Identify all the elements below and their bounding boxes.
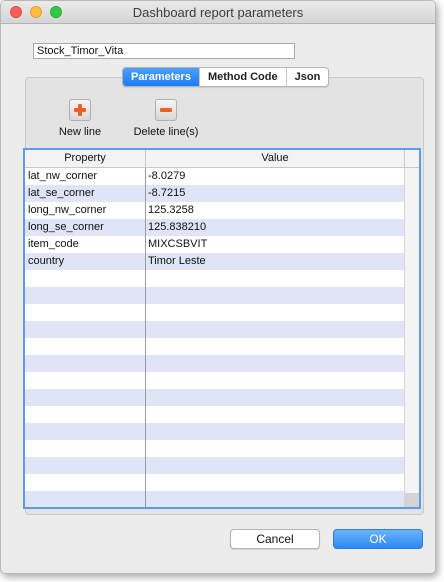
property-cell[interactable] [25, 372, 146, 389]
minus-icon [155, 99, 177, 121]
table-row[interactable]: long_se_corner 125.838210 [25, 219, 405, 236]
table-row[interactable]: lat_se_corner -8.7215 [25, 185, 405, 202]
value-cell[interactable] [146, 372, 405, 389]
tab-json[interactable]: Json [285, 68, 329, 86]
value-cell[interactable] [146, 355, 405, 372]
delete-line-label: Delete line(s) [133, 126, 199, 138]
property-cell[interactable] [25, 389, 146, 406]
value-cell[interactable] [146, 338, 405, 355]
property-cell[interactable]: long_nw_corner [25, 202, 146, 219]
parameters-table[interactable]: Property Value lat_nw_corner -8.0279 lat_s… [23, 148, 421, 509]
table-row[interactable]: country Timor Leste [25, 253, 405, 270]
column-header-property[interactable]: Property [25, 150, 146, 167]
table-row[interactable] [25, 474, 405, 491]
ok-button[interactable]: OK [333, 529, 423, 549]
property-cell[interactable] [25, 491, 146, 507]
table-row[interactable] [25, 355, 405, 372]
table-row[interactable]: item_code MIXCSBVIT [25, 236, 405, 253]
value-cell[interactable] [146, 423, 405, 440]
table-body: lat_nw_corner -8.0279 lat_se_corner -8.7215… [25, 168, 405, 507]
table-row[interactable]: lat_nw_corner -8.0279 [25, 168, 405, 185]
value-cell[interactable] [146, 270, 405, 287]
tab-method-code[interactable]: Method Code [198, 68, 286, 86]
property-cell[interactable]: long_se_corner [25, 219, 146, 236]
value-cell[interactable] [146, 304, 405, 321]
tab-bar: Parameters Method Code Json [122, 67, 330, 87]
table-row[interactable]: long_nw_corner 125.3258 [25, 202, 405, 219]
window-title: Dashboard report parameters [132, 5, 304, 20]
table-row[interactable] [25, 457, 405, 474]
new-line-label: New line [58, 126, 102, 138]
table-row[interactable] [25, 389, 405, 406]
value-cell[interactable] [146, 389, 405, 406]
table-row[interactable] [25, 287, 405, 304]
property-cell[interactable] [25, 321, 146, 338]
value-cell[interactable] [146, 440, 405, 457]
value-cell[interactable]: 125.3258 [146, 202, 405, 219]
property-cell[interactable] [25, 270, 146, 287]
vertical-scrollbar[interactable] [404, 168, 419, 507]
value-cell[interactable]: -8.0279 [146, 168, 405, 185]
table-row[interactable] [25, 321, 405, 338]
property-cell[interactable]: lat_se_corner [25, 185, 146, 202]
value-cell[interactable] [146, 406, 405, 423]
property-cell[interactable] [25, 338, 146, 355]
tab-parameters[interactable]: Parameters [123, 68, 199, 86]
new-line-button[interactable]: New line [51, 99, 109, 138]
property-cell[interactable]: lat_nw_corner [25, 168, 146, 185]
property-cell[interactable]: item_code [25, 236, 146, 253]
property-cell[interactable] [25, 355, 146, 372]
value-cell[interactable]: MIXCSBVIT [146, 236, 405, 253]
scroll-corner [405, 493, 419, 507]
property-cell[interactable] [25, 423, 146, 440]
cancel-button[interactable]: Cancel [230, 529, 320, 549]
property-cell[interactable]: country [25, 253, 146, 270]
value-cell[interactable] [146, 491, 405, 507]
value-cell[interactable] [146, 287, 405, 304]
value-cell[interactable]: 125.838210 [146, 219, 405, 236]
table-row[interactable] [25, 491, 405, 507]
delete-line-button[interactable]: Delete line(s) [127, 99, 205, 138]
value-cell[interactable]: -8.7215 [146, 185, 405, 202]
property-cell[interactable] [25, 474, 146, 491]
table-row[interactable] [25, 270, 405, 287]
property-cell[interactable] [25, 406, 146, 423]
property-cell[interactable] [25, 287, 146, 304]
table-row[interactable] [25, 406, 405, 423]
report-name-field[interactable] [33, 43, 295, 59]
table-row[interactable] [25, 440, 405, 457]
value-cell[interactable]: Timor Leste [146, 253, 405, 270]
table-row[interactable] [25, 338, 405, 355]
property-cell[interactable] [25, 457, 146, 474]
value-cell[interactable] [146, 321, 405, 338]
header-corner [405, 150, 419, 167]
plus-icon [69, 99, 91, 121]
value-cell[interactable] [146, 474, 405, 491]
table-row[interactable] [25, 423, 405, 440]
column-header-value[interactable]: Value [146, 150, 405, 167]
dialog-window: Dashboard report parameters Parameters M… [0, 0, 436, 574]
table-header: Property Value [25, 150, 419, 168]
property-cell[interactable] [25, 440, 146, 457]
table-row[interactable] [25, 304, 405, 321]
value-cell[interactable] [146, 457, 405, 474]
property-cell[interactable] [25, 304, 146, 321]
title-bar: Dashboard report parameters [1, 1, 435, 24]
table-row[interactable] [25, 372, 405, 389]
